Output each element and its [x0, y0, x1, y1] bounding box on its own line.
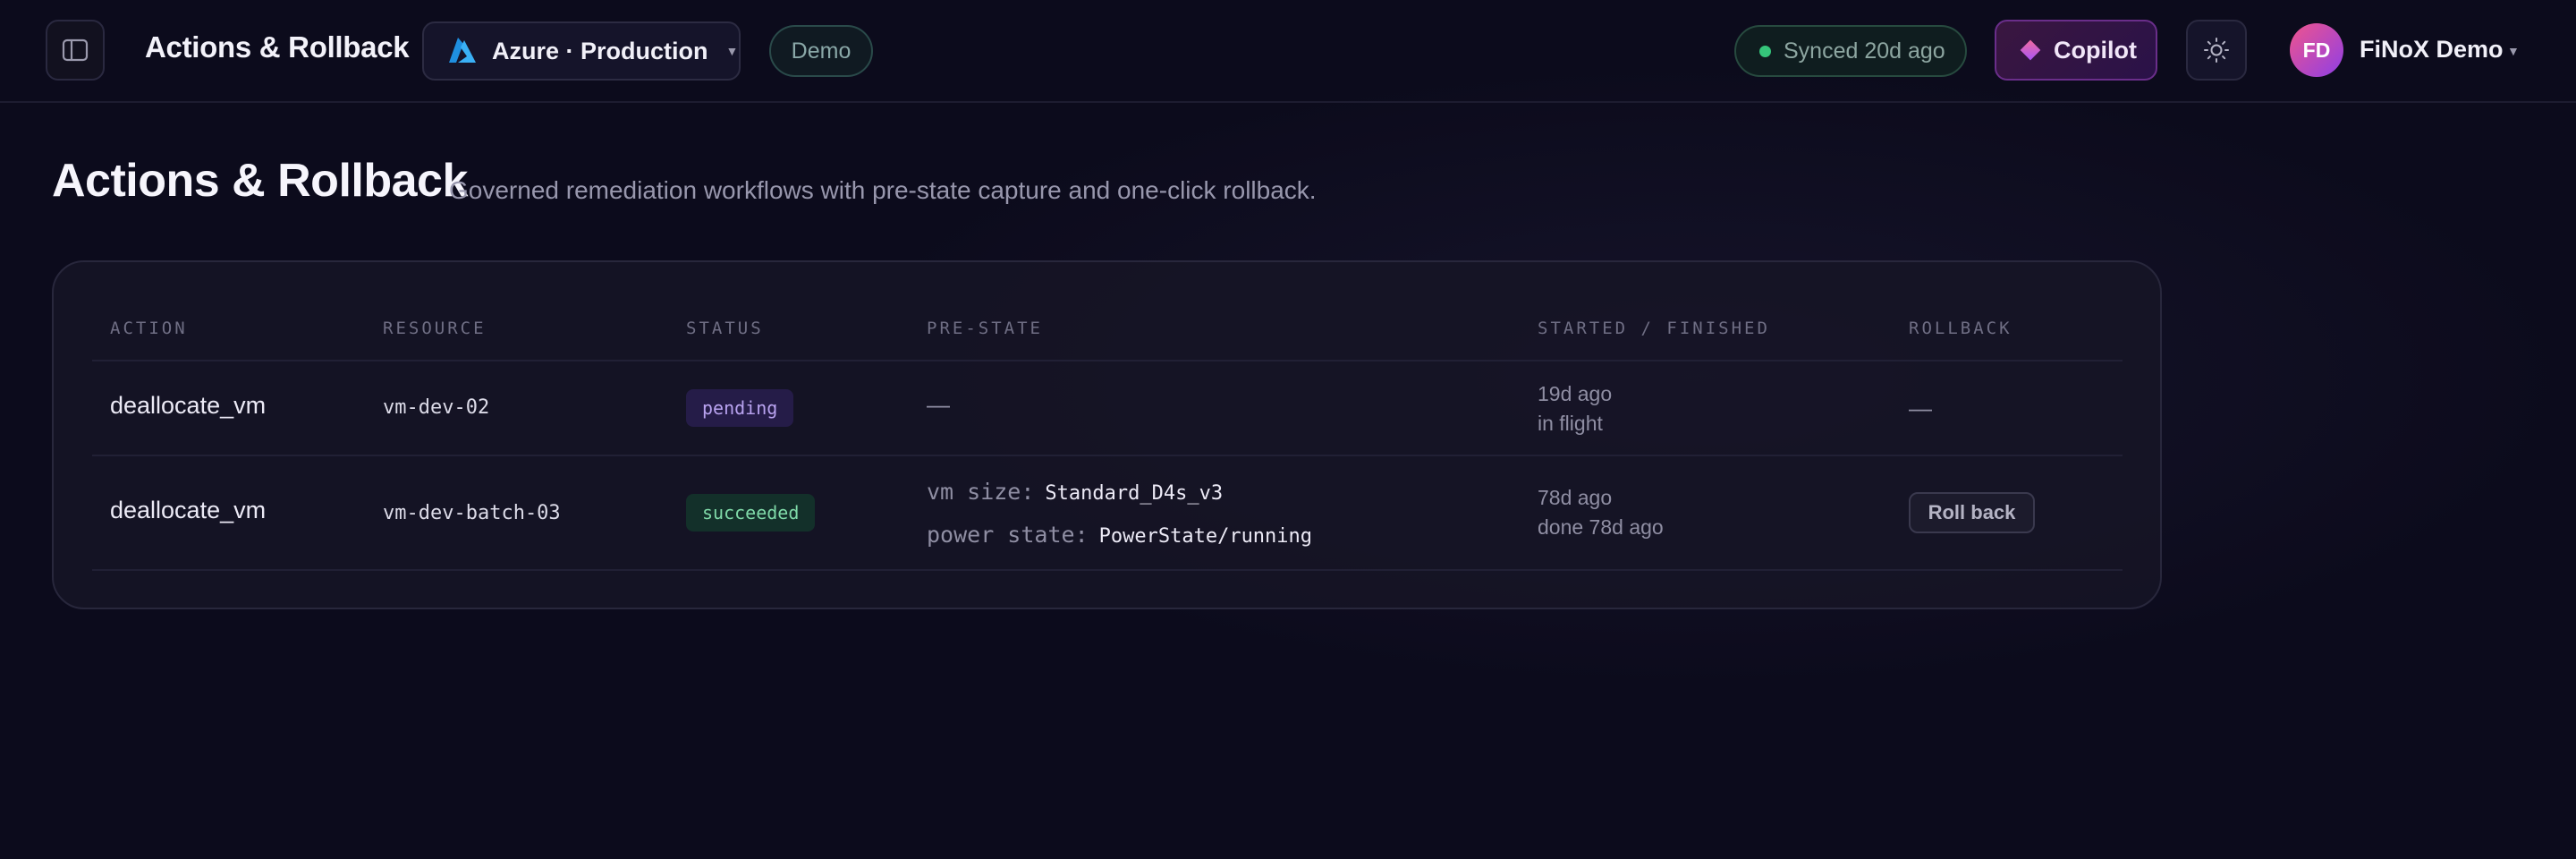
status-badge: pending	[686, 389, 794, 427]
avatar[interactable]: FD	[2290, 23, 2343, 77]
copilot-label: Copilot	[2054, 36, 2137, 64]
sidebar-panel-icon	[62, 38, 89, 62]
chevron-down-icon: ▼	[725, 44, 739, 58]
column-header-pre-state: PRE-STATE	[927, 319, 1043, 338]
finished-time: done 78d ago	[1538, 515, 1664, 539]
pre-state-value: Standard_D4s_v3	[1045, 482, 1224, 505]
top-bar: Actions & Rollback Azure · Production ▼ …	[0, 0, 2576, 103]
column-header-action: ACTION	[110, 319, 188, 338]
pre-state-entry: vm size: Standard_D4s_v3	[927, 479, 1223, 505]
sun-icon	[2204, 38, 2229, 63]
copilot-button[interactable]: Copilot	[1995, 20, 2157, 81]
cloud-environment-label: Azure · Production	[492, 37, 708, 64]
column-header-resource: RESOURCE	[383, 319, 487, 338]
sidebar-toggle-button[interactable]	[46, 20, 105, 81]
actions-table-card	[52, 260, 2162, 609]
azure-logo-icon	[449, 38, 476, 63]
cloud-environment-select[interactable]: Azure · Production ▼	[422, 21, 741, 81]
sync-status-badge: Synced 20d ago	[1734, 25, 1967, 77]
demo-badge: Demo	[769, 25, 873, 77]
header-title: Actions & Rollback	[145, 30, 410, 64]
started-time: 78d ago	[1538, 486, 1613, 509]
status-badge: succeeded	[686, 494, 816, 532]
divider	[92, 569, 2123, 571]
diamond-icon	[2020, 39, 2041, 61]
pre-state-empty: —	[927, 391, 950, 418]
pre-state-value: PowerState/running	[1098, 525, 1313, 548]
user-name[interactable]: FiNoX Demo	[2360, 36, 2504, 64]
page-subtitle: Governed remediation workflows with pre-…	[449, 176, 1317, 204]
finished-time: in flight	[1538, 412, 1603, 435]
pre-state-key: vm size:	[927, 479, 1035, 505]
theme-toggle-button[interactable]	[2186, 20, 2247, 81]
pre-state-entry: power state: PowerState/running	[927, 522, 1312, 548]
action-name: deallocate_vm	[110, 392, 267, 419]
page-title: Actions & Rollback	[52, 155, 468, 207]
divider	[92, 360, 2123, 361]
resource-name[interactable]: vm-dev-batch-03	[383, 502, 561, 524]
pre-state-key: power state:	[927, 522, 1089, 548]
action-name: deallocate_vm	[110, 497, 267, 523]
sync-status-text: Synced 20d ago	[1784, 38, 1945, 64]
divider	[92, 455, 2123, 456]
status-dot-icon	[1759, 45, 1771, 57]
rollback-empty: —	[1909, 395, 1932, 421]
column-header-rollback: ROLLBACK	[1909, 319, 2012, 338]
column-header-status: STATUS	[686, 319, 764, 338]
chevron-down-icon[interactable]: ▼	[2507, 44, 2520, 58]
roll-back-button[interactable]: Roll back	[1909, 492, 2035, 533]
started-time: 19d ago	[1538, 382, 1613, 405]
column-header-started-finished: STARTED / FINISHED	[1538, 319, 1770, 338]
resource-name[interactable]: vm-dev-02	[383, 396, 489, 419]
